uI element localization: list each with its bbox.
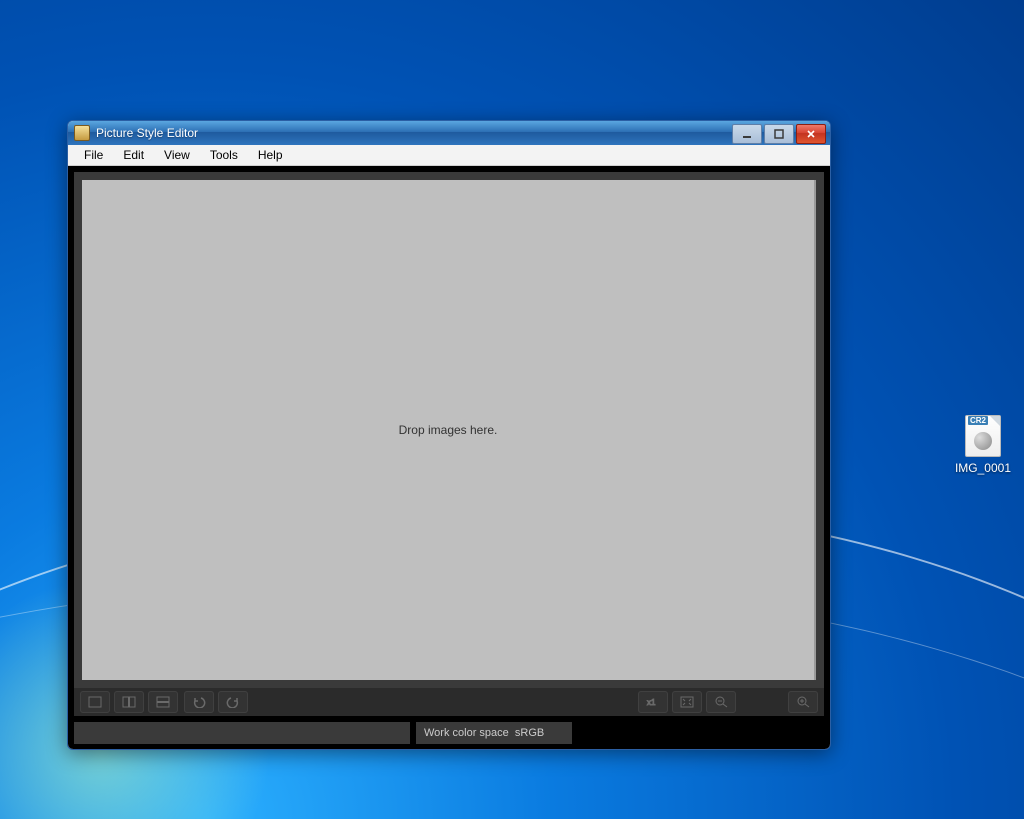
single-view-button[interactable] xyxy=(80,691,110,713)
single-view-icon xyxy=(88,696,102,708)
fit-icon xyxy=(680,696,694,708)
colorspace-value: sRGB xyxy=(515,727,544,739)
desktop: CR2 IMG_0001 Picture Style Editor File xyxy=(0,0,1024,819)
x1-icon: x1 xyxy=(645,696,661,708)
window-controls xyxy=(732,124,826,142)
redo-button[interactable] xyxy=(218,691,248,713)
client-area: Drop images here. xyxy=(68,166,830,750)
minimize-button[interactable] xyxy=(732,124,762,144)
drop-zone[interactable]: Drop images here. xyxy=(82,180,816,680)
svg-text:x1: x1 xyxy=(647,698,656,707)
close-button[interactable] xyxy=(796,124,826,144)
zoom-1x-button[interactable]: x1 xyxy=(638,691,668,713)
undo-icon xyxy=(192,696,206,708)
split-view-button[interactable] xyxy=(114,691,144,713)
desktop-file-img0001[interactable]: CR2 IMG_0001 xyxy=(945,415,1021,475)
stack-view-icon xyxy=(156,696,170,708)
file-label: IMG_0001 xyxy=(945,461,1021,475)
zoom-out-icon xyxy=(714,696,728,708)
layout-group xyxy=(80,691,178,713)
app-window: Picture Style Editor File Edit View Tool… xyxy=(67,120,831,750)
menu-view[interactable]: View xyxy=(154,146,200,164)
titlebar[interactable]: Picture Style Editor xyxy=(68,121,830,145)
file-disc-icon xyxy=(974,432,992,450)
split-view-icon xyxy=(122,696,136,708)
bottom-toolbar: x1 xyxy=(74,688,824,716)
statusbar: Work color space sRGB xyxy=(74,722,824,744)
stack-view-button[interactable] xyxy=(148,691,178,713)
zoom-out-button[interactable] xyxy=(706,691,736,713)
zoom-in-group xyxy=(788,691,818,713)
drop-zone-label: Drop images here. xyxy=(399,423,498,437)
window-title: Picture Style Editor xyxy=(96,126,732,140)
file-badge: CR2 xyxy=(968,416,988,425)
zoom-in-button[interactable] xyxy=(788,691,818,713)
colorspace-label: Work color space xyxy=(424,727,509,739)
app-icon xyxy=(74,125,90,141)
zoom-in-icon xyxy=(796,696,810,708)
cr2-file-icon: CR2 xyxy=(965,415,1001,457)
undo-button[interactable] xyxy=(184,691,214,713)
redo-icon xyxy=(226,696,240,708)
menu-file[interactable]: File xyxy=(74,146,113,164)
menu-help[interactable]: Help xyxy=(248,146,293,164)
zoom-group: x1 xyxy=(638,691,736,713)
maximize-button[interactable] xyxy=(764,124,794,144)
canvas-frame: Drop images here. xyxy=(74,172,824,688)
fit-button[interactable] xyxy=(672,691,702,713)
status-panel-colorspace: Work color space sRGB xyxy=(416,722,572,744)
history-group xyxy=(184,691,248,713)
menu-edit[interactable]: Edit xyxy=(113,146,154,164)
status-panel-left xyxy=(74,722,410,744)
menu-tools[interactable]: Tools xyxy=(200,146,248,164)
menubar: File Edit View Tools Help xyxy=(68,145,830,166)
